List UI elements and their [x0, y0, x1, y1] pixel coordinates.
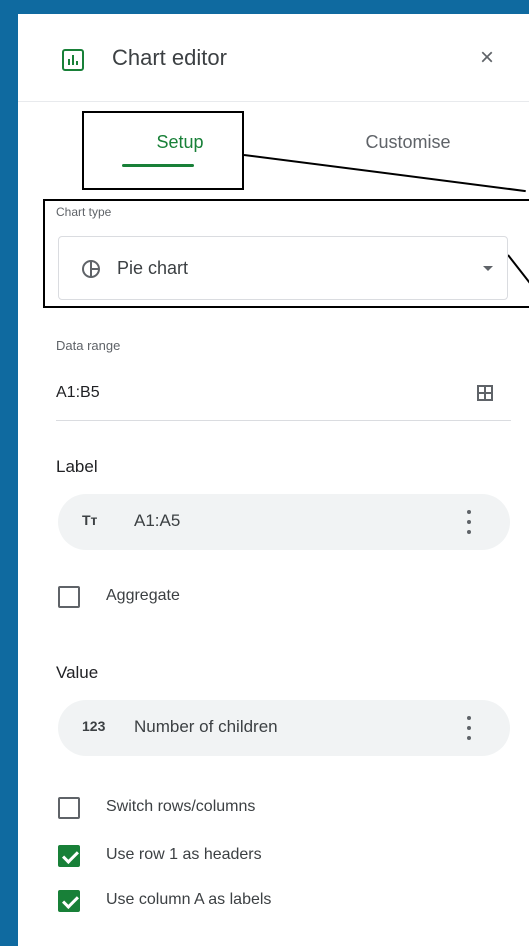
- value-field-value: Number of children: [134, 717, 278, 736]
- annotation-line-setup: [243, 154, 526, 193]
- more-options-icon[interactable]: [466, 508, 472, 536]
- chart-editor-header: Chart editor ×: [18, 14, 529, 102]
- chart-type-select[interactable]: Pie chart: [58, 236, 508, 300]
- use-column-a-labels-label: Use column A as labels: [106, 891, 272, 908]
- chart-type-label: Chart type: [56, 205, 112, 219]
- label-field-value: A1:A5: [134, 511, 181, 530]
- label-field-chip[interactable]: Tт A1:A5: [58, 494, 510, 550]
- switch-rows-columns-label: Switch rows/columns: [106, 798, 256, 815]
- switch-rows-columns-checkbox[interactable]: [58, 797, 80, 819]
- tab-customise[interactable]: Customise: [318, 132, 498, 153]
- grid-select-icon[interactable]: [477, 385, 493, 401]
- data-range-underline: [56, 420, 511, 421]
- use-column-a-labels-checkbox[interactable]: [58, 890, 80, 912]
- text-type-icon: Tт: [82, 512, 98, 528]
- chart-editor-icon: [62, 49, 84, 71]
- data-range-value[interactable]: A1:B5: [56, 384, 100, 402]
- value-section-title: Value: [56, 663, 99, 682]
- number-type-icon: 123: [82, 718, 106, 734]
- data-range-label: Data range: [56, 338, 121, 353]
- close-icon[interactable]: ×: [480, 44, 494, 72]
- aggregate-label: Aggregate: [106, 587, 180, 604]
- value-field-chip[interactable]: 123 Number of children: [58, 700, 510, 756]
- chart-editor-panel: Chart editor × Setup Customise Chart typ…: [18, 14, 529, 946]
- aggregate-checkbox[interactable]: [58, 586, 80, 608]
- use-row-1-headers-label: Use row 1 as headers: [106, 846, 262, 863]
- chart-type-value: Pie chart: [117, 258, 189, 278]
- dropdown-caret-icon: [483, 266, 493, 271]
- use-row-1-headers-checkbox[interactable]: [58, 845, 80, 867]
- annotation-box-setup: [82, 111, 244, 190]
- label-section-title: Label: [56, 457, 98, 476]
- pie-chart-icon: [82, 260, 100, 278]
- panel-title: Chart editor: [112, 45, 227, 70]
- more-options-icon[interactable]: [466, 714, 472, 742]
